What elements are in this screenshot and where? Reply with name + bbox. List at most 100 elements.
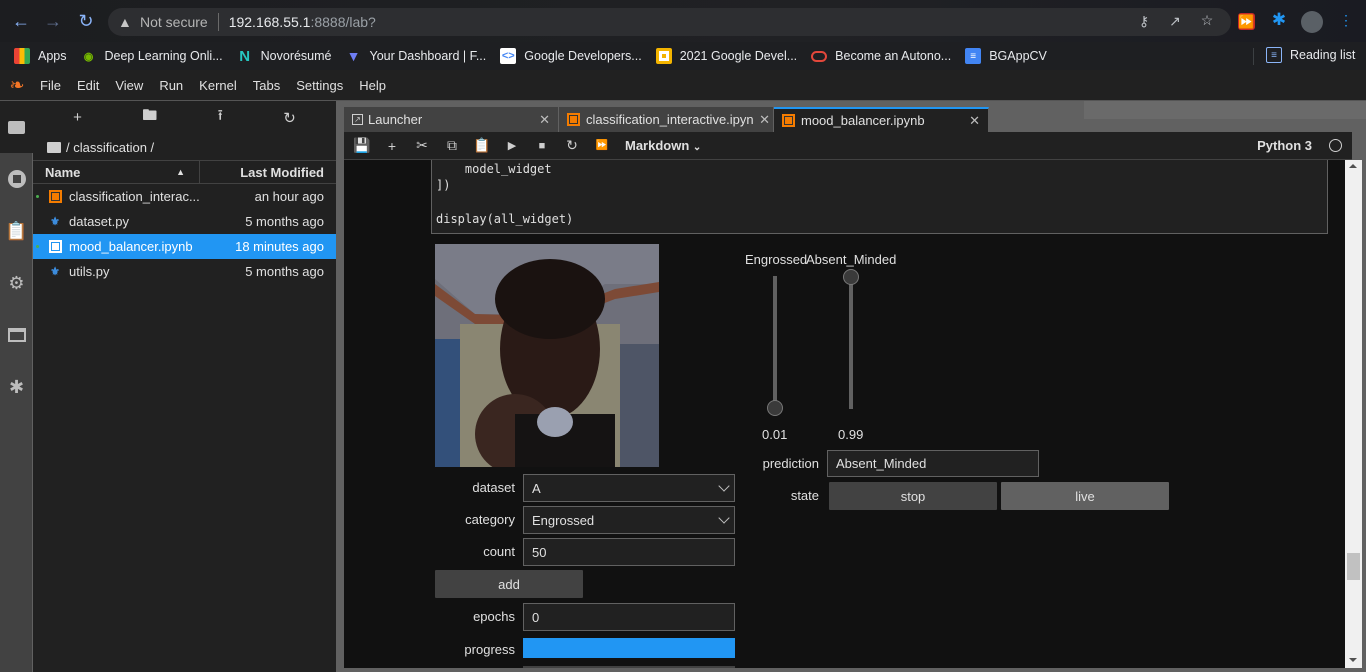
epochs-input[interactable]: 0 xyxy=(523,603,735,631)
scrollbar-thumb[interactable] xyxy=(1347,553,1360,580)
menu-file[interactable]: File xyxy=(40,78,61,93)
restart-icon[interactable]: ↻ xyxy=(557,137,587,154)
absent-minded-value: 0.99 xyxy=(838,427,864,442)
file-row-selected[interactable]: mood_balancer.ipynb 18 minutes ago xyxy=(33,234,336,259)
menu-tabs[interactable]: Tabs xyxy=(253,78,280,93)
run-icon[interactable]: ▶ xyxy=(497,139,527,152)
dataset-value: A xyxy=(532,480,541,496)
close-icon[interactable]: ✕ xyxy=(539,112,550,128)
file-browser-tab[interactable] xyxy=(0,101,33,153)
code-cell[interactable]: model_widget ]) display(all_widget) xyxy=(431,160,1328,234)
running-sessions-tab[interactable] xyxy=(0,153,33,205)
url-host: 192.168.55.1 xyxy=(228,14,311,30)
property-inspector-tab[interactable]: 📋 xyxy=(0,205,33,257)
bookmark-google-devel[interactable]: 2021 Google Devel... xyxy=(655,48,798,64)
forward-button[interactable]: → xyxy=(42,10,64,32)
menu-edit[interactable]: Edit xyxy=(77,78,99,93)
epochs-value: 0 xyxy=(532,609,540,625)
insert-cell-icon[interactable]: + xyxy=(377,138,407,154)
add-button[interactable]: add xyxy=(435,570,583,598)
cut-icon[interactable]: ✂ xyxy=(407,137,437,154)
close-icon[interactable]: ✕ xyxy=(759,112,770,128)
absent-minded-slider-thumb[interactable] xyxy=(843,269,859,286)
copy-icon[interactable]: ⧉ xyxy=(437,137,467,154)
commands-tab[interactable]: ⚙ xyxy=(0,257,33,309)
menu-view[interactable]: View xyxy=(115,78,143,93)
tab-launcher[interactable]: ↗ Launcher ✕ xyxy=(344,107,559,132)
menu-kernel[interactable]: Kernel xyxy=(199,78,237,93)
bookmark-deep-learning[interactable]: ◉ Deep Learning Onli... xyxy=(81,48,223,64)
close-icon[interactable]: ✕ xyxy=(969,113,980,129)
new-folder-button[interactable]: 🖿 xyxy=(142,105,157,130)
address-bar[interactable]: ▲ Not secure 192.168.55.1:8888/lab? ⚷ ↗ … xyxy=(108,8,1231,36)
reading-list-label: Reading list xyxy=(1290,48,1356,62)
menu-run[interactable]: Run xyxy=(159,78,183,93)
file-row[interactable]: ⚜ utils.py 5 months ago xyxy=(33,259,336,284)
bookmark-autonomous[interactable]: Become an Autono... xyxy=(811,49,951,63)
notebook-icon xyxy=(48,240,62,254)
share-icon[interactable]: ↗ xyxy=(1166,13,1184,30)
kernel-name[interactable]: Python 3 xyxy=(1257,138,1312,153)
bookmark-bgappcv[interactable]: ≡ BGAppCV xyxy=(965,48,1047,64)
bookmark-star-icon[interactable]: ☆ xyxy=(1198,12,1216,29)
scroll-down-icon[interactable] xyxy=(1349,658,1357,662)
file-row[interactable]: ⚜ dataset.py 5 months ago xyxy=(33,209,336,234)
extension-manager-tab[interactable]: ✱ xyxy=(0,361,33,413)
profile-avatar[interactable] xyxy=(1301,11,1323,33)
file-row[interactable]: classification_interac... an hour ago xyxy=(33,184,336,209)
progress-label: progress xyxy=(464,642,515,657)
tab-mood-balancer[interactable]: mood_balancer.ipynb ✕ xyxy=(774,107,989,132)
extension-icon[interactable]: ⏩ xyxy=(1238,13,1255,30)
menu-help[interactable]: Help xyxy=(359,78,386,93)
breadcrumb-path[interactable]: / classification / xyxy=(66,140,154,155)
folder-icon xyxy=(7,120,25,134)
folder-icon[interactable] xyxy=(47,141,61,153)
cell-type-select[interactable]: Markdown ⌄ xyxy=(625,138,701,153)
upload-button[interactable]: ⭱ xyxy=(218,105,223,130)
engrossed-slider-thumb[interactable] xyxy=(767,399,783,416)
paste-icon[interactable]: 📋 xyxy=(467,137,497,154)
bookmark-google-developers[interactable]: <> Google Developers... xyxy=(500,48,642,64)
scroll-up-icon[interactable] xyxy=(1349,164,1357,168)
prediction-field[interactable]: Absent_Minded xyxy=(827,450,1039,477)
engrossed-slider-track[interactable] xyxy=(773,276,777,409)
inspector-icon: 📋 xyxy=(5,220,28,241)
reload-button[interactable]: ↻ xyxy=(75,10,97,32)
sort-ascending-icon: ▲ xyxy=(176,167,185,177)
bookmark-apps[interactable]: Apps xyxy=(14,48,67,64)
reading-list-icon: ≡ xyxy=(1266,47,1282,63)
bookmark-label: 2021 Google Devel... xyxy=(679,49,798,63)
refresh-button[interactable]: ↻ xyxy=(283,109,296,127)
security-label: Not secure xyxy=(140,14,208,30)
key-icon[interactable]: ⚷ xyxy=(1135,13,1153,30)
bookmark-label: BGAppCV xyxy=(989,49,1047,63)
column-last-modified[interactable]: Last Modified xyxy=(200,161,336,183)
category-select[interactable]: Engrossed xyxy=(523,506,735,534)
column-name[interactable]: Name ▲ xyxy=(33,161,200,183)
divider xyxy=(217,13,219,31)
run-all-icon[interactable]: ⏩ xyxy=(587,140,617,151)
live-button[interactable]: live xyxy=(1001,482,1169,510)
bookmark-dashboard[interactable]: ▼ Your Dashboard | F... xyxy=(346,48,487,64)
engrossed-value: 0.01 xyxy=(762,427,788,442)
puzzle-extensions-icon[interactable]: ✱ xyxy=(1269,10,1289,30)
tab-classification-interactive[interactable]: classification_interactive.ipyn ✕ xyxy=(559,107,774,132)
save-icon[interactable]: 💾 xyxy=(347,137,377,154)
snip-overlay xyxy=(1084,101,1366,119)
stop-icon[interactable]: ■ xyxy=(527,140,557,152)
absent-minded-slider-track[interactable] xyxy=(849,276,853,409)
menu-settings[interactable]: Settings xyxy=(296,78,343,93)
more-menu-icon[interactable]: ⋮ xyxy=(1336,10,1356,30)
new-launcher-button[interactable]: + xyxy=(73,109,82,126)
back-button[interactable]: ← xyxy=(10,10,32,32)
bookmark-novoresume[interactable]: N Novorésumé xyxy=(237,48,331,65)
notebook-scrollbar[interactable] xyxy=(1345,160,1362,668)
dataset-select[interactable]: A xyxy=(523,474,735,502)
stop-button[interactable]: stop xyxy=(829,482,997,510)
running-indicator xyxy=(36,245,39,248)
file-name: utils.py xyxy=(69,264,110,279)
reading-list-button[interactable]: ≡ Reading list xyxy=(1266,47,1355,63)
panel-splitter[interactable] xyxy=(336,101,344,672)
tabs-panel-tab[interactable] xyxy=(0,309,33,361)
count-input[interactable]: 50 xyxy=(523,538,735,566)
